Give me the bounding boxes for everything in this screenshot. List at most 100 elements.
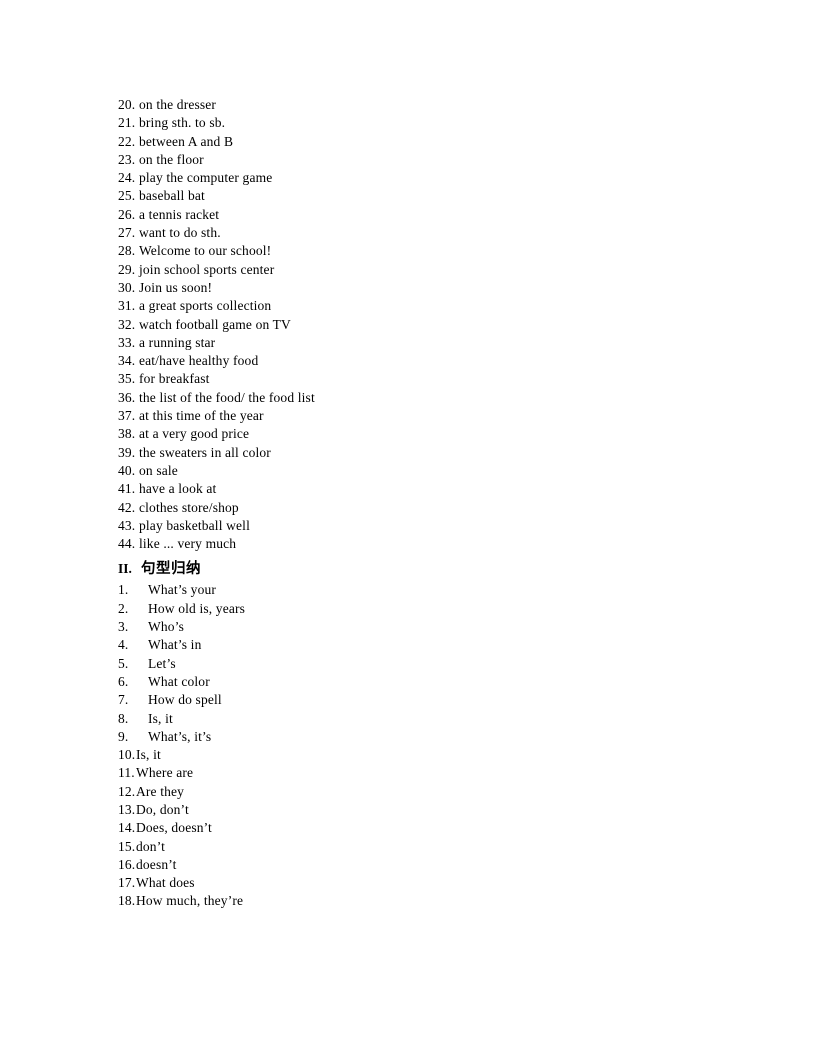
pattern-list-item: 2. How old is, years: [118, 600, 718, 618]
pattern-list-item: 10.Is, it: [118, 746, 718, 764]
pattern-list-item-text: How old is, years: [148, 600, 246, 616]
pattern-list-item: 14.Does, doesn’t: [118, 819, 718, 837]
phrase-list-item-text: on the dresser: [139, 97, 217, 112]
pattern-list-item-number: 4.: [118, 637, 129, 653]
pattern-list-item-text: What’s in: [148, 637, 202, 653]
phrase-list-item: 41. have a look at: [118, 480, 718, 498]
phrase-list-item-number: 30.: [118, 279, 136, 295]
phrase-list-item-number: 36.: [118, 389, 136, 405]
phrase-list-item-text: watch football game on TV: [139, 316, 291, 332]
phrase-list-item-text: baseball bat: [139, 188, 205, 204]
pattern-list-item: 8. Is, it: [118, 710, 718, 728]
pattern-list-item-number: 1.: [118, 582, 129, 598]
phrase-list-item-text: at this time of the year: [139, 408, 264, 424]
pattern-list-item-text: doesn’t: [136, 856, 177, 872]
phrase-list-item: 32. watch football game on TV: [118, 316, 718, 334]
phrase-list-item: 40. on sale: [118, 462, 718, 480]
document-page: 20. on the dresser 21. bring sth. to sb. 22.…: [0, 0, 816, 1056]
pattern-list-item-number: 7.: [118, 692, 129, 708]
phrase-list-item-text: want to do sth.: [139, 225, 221, 241]
pattern-list-item-text: Do, don’t: [136, 801, 189, 817]
phrase-list-item-number: 37.: [118, 408, 136, 424]
pattern-list-item: 9. What’s, it’s: [118, 728, 718, 746]
pattern-list-item: 6. What color: [118, 673, 718, 691]
phrase-list-item-text: a running star: [139, 334, 216, 350]
pattern-list-item: 11.Where are: [118, 764, 718, 782]
phrase-list-item-number: 41.: [118, 481, 136, 497]
pattern-list-item-text: Does, doesn’t: [136, 820, 212, 836]
phrase-list-item-number: 44.: [118, 536, 136, 552]
pattern-list-item: 4. What’s in: [118, 636, 718, 654]
pattern-list-item-text: Where are: [136, 765, 194, 781]
pattern-list-item: 18.How much, they’re: [118, 892, 718, 910]
phrase-list-item-text: play basketball well: [139, 517, 250, 533]
phrase-list-item-text: bring sth. to sb.: [139, 115, 226, 131]
pattern-list-item-text: What does: [136, 875, 195, 891]
pattern-list-item: 1. What’s your: [118, 581, 718, 599]
phrase-list-item-text: the sweaters in all color: [139, 444, 271, 460]
pattern-list-item-number: 12.: [118, 783, 136, 799]
phrase-list-item: 30. Join us soon!: [118, 279, 718, 297]
phrase-list-item: 31. a great sports collection: [118, 297, 718, 315]
section-heading-pattern: II. 句型归纳: [118, 557, 718, 581]
pattern-list-item: 3. Who’s: [118, 618, 718, 636]
phrase-list-item-number: 39.: [118, 444, 136, 460]
phrase-list-item-number: 23.: [118, 151, 136, 167]
phrase-list-item-text: at a very good price: [139, 426, 250, 442]
phrase-list-item: 43. play basketball well: [118, 517, 718, 535]
phrase-list-item: 35. for breakfast: [118, 370, 718, 388]
phrase-list-item-text: on the floor: [139, 151, 204, 167]
phrase-list-item-number: 26.: [118, 206, 136, 222]
pattern-list-item-number: 10.: [118, 747, 136, 763]
phrase-list-item: 23. on the floor: [118, 151, 718, 169]
phrase-list-item-text: play the computer game: [139, 170, 273, 186]
phrase-list-item-number: 35.: [118, 371, 136, 387]
section-heading-title: 句型归纳: [141, 561, 201, 578]
pattern-list-item-text: Let’s: [148, 655, 176, 671]
phrase-list-item-number: 43.: [118, 517, 136, 533]
pattern-list-item-text: Are they: [136, 783, 185, 799]
phrase-list-item: 26. a tennis racket: [118, 206, 718, 224]
phrase-list-item: 27. want to do sth.: [118, 224, 718, 242]
document-body: 20. on the dresser 21. bring sth. to sb. 22.…: [118, 96, 718, 911]
phrase-list-item: 36. the list of the food/ the food list: [118, 389, 718, 407]
phrase-list-item: 29. join school sports center: [118, 261, 718, 279]
pattern-list-item-number: 3.: [118, 619, 129, 635]
pattern-list-item: 17.What does: [118, 874, 718, 892]
phrase-list-item-text: eat/have healthy food: [139, 353, 259, 369]
phrase-list-item-number: 25.: [118, 188, 136, 204]
phrase-list-item: 28. Welcome to our school!: [118, 242, 718, 260]
pattern-list-item: 12.Are they: [118, 783, 718, 801]
phrase-list-item-text: Welcome to our school!: [139, 243, 272, 259]
phrase-list-item: 21. bring sth. to sb.: [118, 114, 718, 132]
pattern-list-item-number: 8.: [118, 710, 129, 726]
phrase-list-item-number: 38.: [118, 426, 136, 442]
phrase-list-item: 37. at this time of the year: [118, 407, 718, 425]
phrase-list-item: 25. baseball bat: [118, 187, 718, 205]
pattern-list-item: 7. How do spell: [118, 691, 718, 709]
phrase-list-item-number: 42.: [118, 499, 136, 515]
phrase-list-item-number: 21.: [118, 115, 136, 131]
phrase-list-item: 38. at a very good price: [118, 425, 718, 443]
pattern-list: 1. What’s your 2. How old is, years 3. Who’s 4…: [118, 581, 718, 910]
phrase-list-item-text: Join us soon!: [139, 279, 213, 295]
phrase-list-item-text: a tennis racket: [139, 206, 220, 222]
phrase-list-item-text: for breakfast: [139, 371, 210, 387]
phrase-list-item-text: on sale: [139, 462, 178, 478]
phrase-list-item: 24. play the computer game: [118, 169, 718, 187]
phrase-list-item: 39. the sweaters in all color: [118, 444, 718, 462]
phrase-list-item-number: 22.: [118, 133, 136, 149]
pattern-list-item-text: What’s, it’s: [148, 728, 212, 744]
phrase-list-item-number: 27.: [118, 225, 136, 241]
pattern-list-item-number: 6.: [118, 673, 129, 689]
phrase-list-item-text: like ... very much: [139, 536, 237, 552]
phrase-list-item: 44. like ... very much: [118, 535, 718, 553]
phrase-list-item-number: 40.: [118, 462, 136, 478]
pattern-list-item-text: Who’s: [148, 619, 184, 635]
pattern-list-item-number: 9.: [118, 728, 129, 744]
pattern-list-item-number: 5.: [118, 655, 129, 671]
section-heading-numeral: II.: [118, 561, 132, 577]
phrase-list-item: 42. clothes store/shop: [118, 499, 718, 517]
pattern-list-item-number: 2.: [118, 600, 129, 616]
phrase-list-item: 34. eat/have healthy food: [118, 352, 718, 370]
